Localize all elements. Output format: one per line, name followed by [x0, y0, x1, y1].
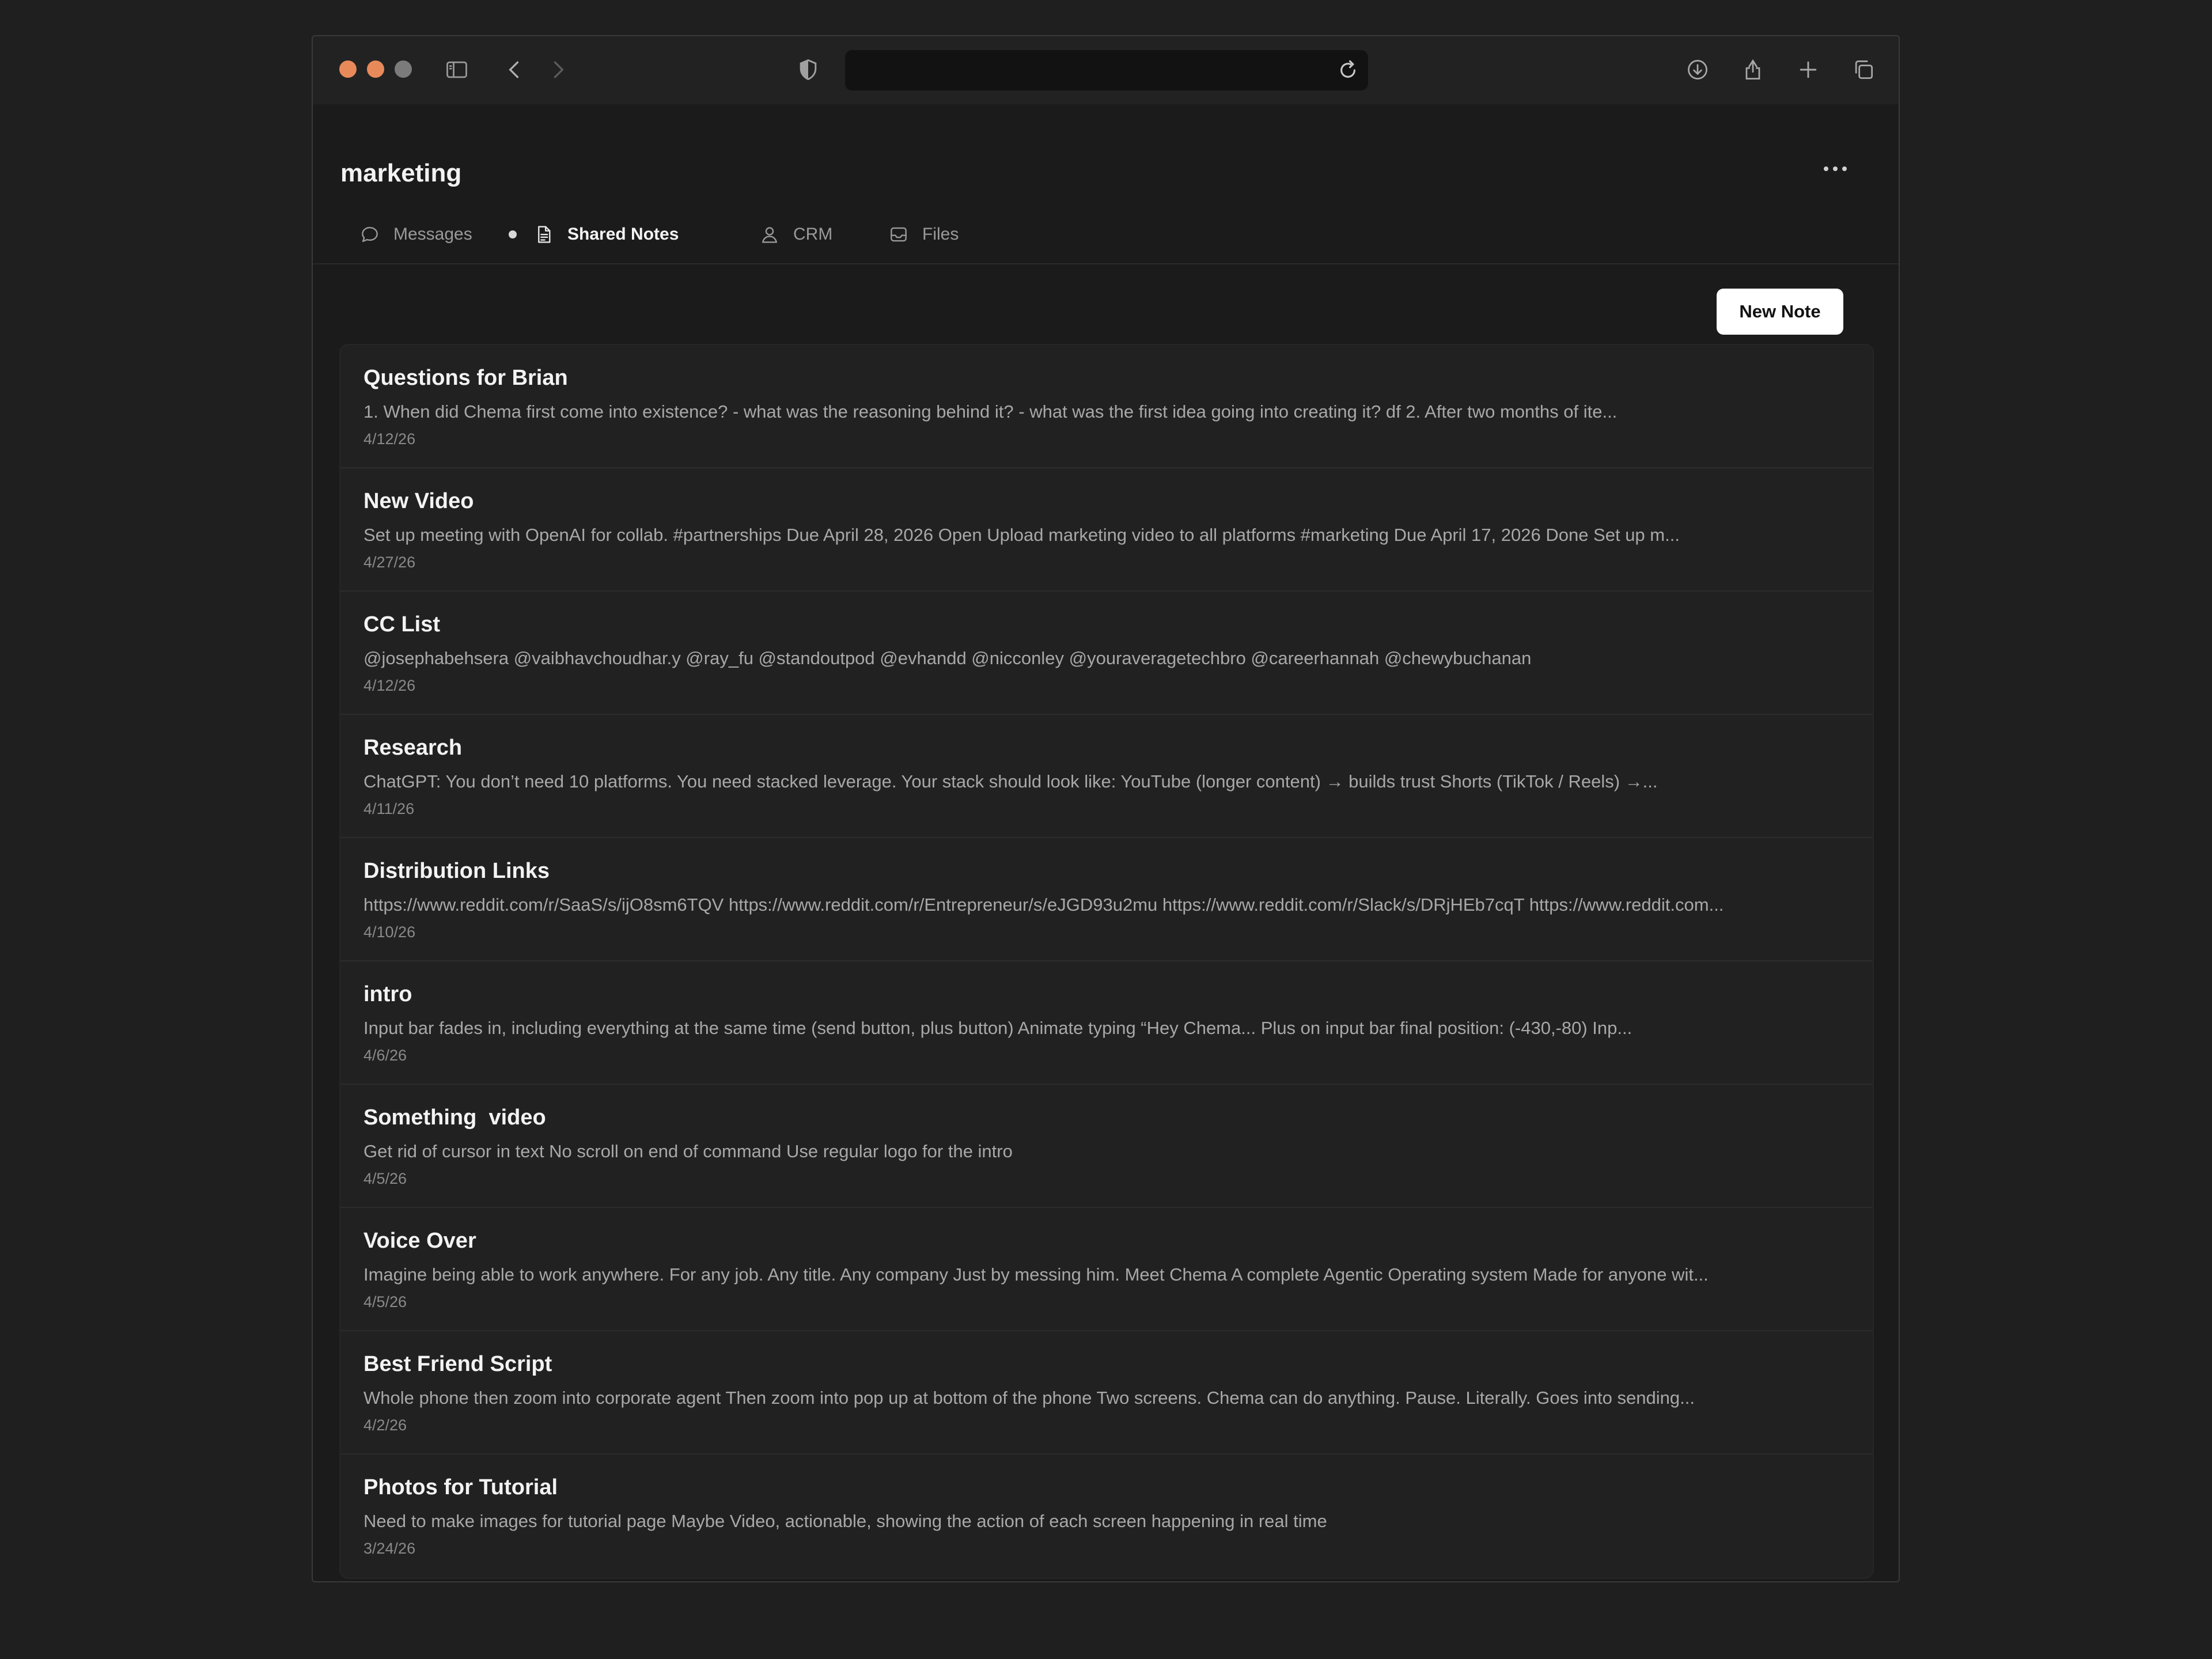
back-icon[interactable]	[498, 54, 531, 86]
document-icon	[538, 226, 551, 243]
reload-icon[interactable]	[1336, 58, 1360, 82]
note-list-item[interactable]: Distribution Links https://www.reddit.com…	[340, 838, 1873, 961]
note-date: 4/27/26	[363, 553, 416, 571]
notes-list: Questions for Brian 1. When did Chema fir…	[339, 344, 1874, 1579]
maximize-window-button[interactable]	[395, 60, 412, 78]
tab-crm[interactable]: CRM	[759, 217, 832, 252]
note-title: Something video	[363, 1105, 546, 1130]
tab-label: Shared Notes	[567, 225, 679, 244]
note-date: 4/12/26	[363, 430, 416, 448]
note-list-item[interactable]: Something video Get rid of cursor in text…	[340, 1085, 1873, 1208]
active-indicator-dot	[509, 230, 517, 238]
browser-window: marketing Messages Shared Notes CRM Files N…	[312, 35, 1900, 1582]
note-title: Photos for Tutorial	[363, 1475, 558, 1499]
note-list-item[interactable]: CC List @josephabehsera @vaibhavchoudhar.…	[340, 592, 1873, 715]
note-list-item[interactable]: New Video Set up meeting with OpenAI for …	[340, 468, 1873, 592]
tab-label: CRM	[793, 225, 833, 244]
address-bar[interactable]	[845, 50, 1368, 90]
note-title: New Video	[363, 489, 474, 513]
note-title: CC List	[363, 612, 440, 637]
tab-label: Files	[922, 225, 959, 244]
plus-icon[interactable]	[1792, 54, 1824, 86]
note-date: 4/2/26	[363, 1416, 407, 1434]
inbox-tray-icon	[891, 227, 907, 242]
browser-toolbar	[313, 36, 1899, 104]
note-date: 3/24/26	[363, 1539, 416, 1557]
note-preview: Get rid of cursor in text No scroll on e…	[363, 1141, 1013, 1161]
tabs-icon[interactable]	[1847, 54, 1880, 86]
note-title: Voice Over	[363, 1229, 476, 1253]
notes-panel: New Note Questions for Brian 1. When did …	[313, 264, 1899, 1581]
tab-label: Messages	[393, 225, 472, 244]
note-preview: Set up meeting with OpenAI for collab. #…	[363, 525, 1680, 545]
note-list-item[interactable]: Best Friend Script Whole phone then zoom …	[340, 1331, 1873, 1455]
tab-files[interactable]: Files	[888, 217, 959, 252]
note-date: 4/5/26	[363, 1293, 407, 1310]
note-preview: @josephabehsera @vaibhavchoudhar.y @ray_…	[363, 648, 1532, 668]
note-preview: Imagine being able to work anywhere. For…	[363, 1264, 1709, 1285]
sidebar-icon[interactable]	[441, 54, 473, 86]
note-date: 4/5/26	[363, 1169, 407, 1187]
chat-bubble-icon	[362, 226, 378, 243]
note-preview: https://www.reddit.com/r/SaaS/s/ijO8sm6T…	[363, 895, 1724, 915]
note-title: Distribution Links	[363, 859, 550, 883]
tab-shared-notes[interactable]: Shared Notes	[509, 217, 679, 252]
note-preview: ChatGPT: You don’t need 10 platforms. Yo…	[363, 771, 1658, 791]
note-date: 4/6/26	[363, 1046, 407, 1064]
close-window-button[interactable]	[339, 60, 357, 78]
note-date: 4/10/26	[363, 923, 416, 941]
note-list-item[interactable]: Voice Over Imagine being able to work any…	[340, 1208, 1873, 1331]
note-list-item[interactable]: intro Input bar fades in, including every…	[340, 961, 1873, 1085]
note-title: Best Friend Script	[363, 1352, 552, 1376]
note-preview: Need to make images for tutorial page Ma…	[363, 1511, 1327, 1531]
shield-icon[interactable]	[792, 54, 824, 86]
new-note-button[interactable]: New Note	[1717, 289, 1843, 335]
tab-messages[interactable]: Messages	[359, 217, 472, 252]
note-list-item[interactable]: Photos for Tutorial Need to make images f…	[340, 1455, 1873, 1578]
note-preview: 1. When did Chema first come into existe…	[363, 402, 1618, 422]
note-list-item[interactable]: Research ChatGPT: You don’t need 10 platf…	[340, 715, 1873, 838]
note-title: Questions for Brian	[363, 366, 568, 390]
more-options-button[interactable]	[1818, 157, 1853, 180]
note-list-item[interactable]: Questions for Brian 1. When did Chema fir…	[340, 345, 1873, 468]
channel-header: marketing Messages Shared Notes CRM Files	[313, 104, 1899, 264]
download-icon[interactable]	[1681, 54, 1714, 86]
share-icon[interactable]	[1737, 54, 1769, 86]
page-title: marketing	[340, 159, 462, 187]
minimize-window-button[interactable]	[367, 60, 384, 78]
note-preview: Whole phone then zoom into corporate age…	[363, 1388, 1695, 1408]
note-preview: Input bar fades in, including everything…	[363, 1018, 1633, 1038]
person-icon	[762, 227, 778, 243]
note-title: intro	[363, 982, 412, 1006]
ellipsis-icon	[1824, 166, 1828, 171]
note-date: 4/12/26	[363, 676, 416, 694]
note-title: Research	[363, 736, 463, 760]
note-date: 4/11/26	[363, 800, 415, 817]
forward-icon[interactable]	[542, 54, 574, 86]
